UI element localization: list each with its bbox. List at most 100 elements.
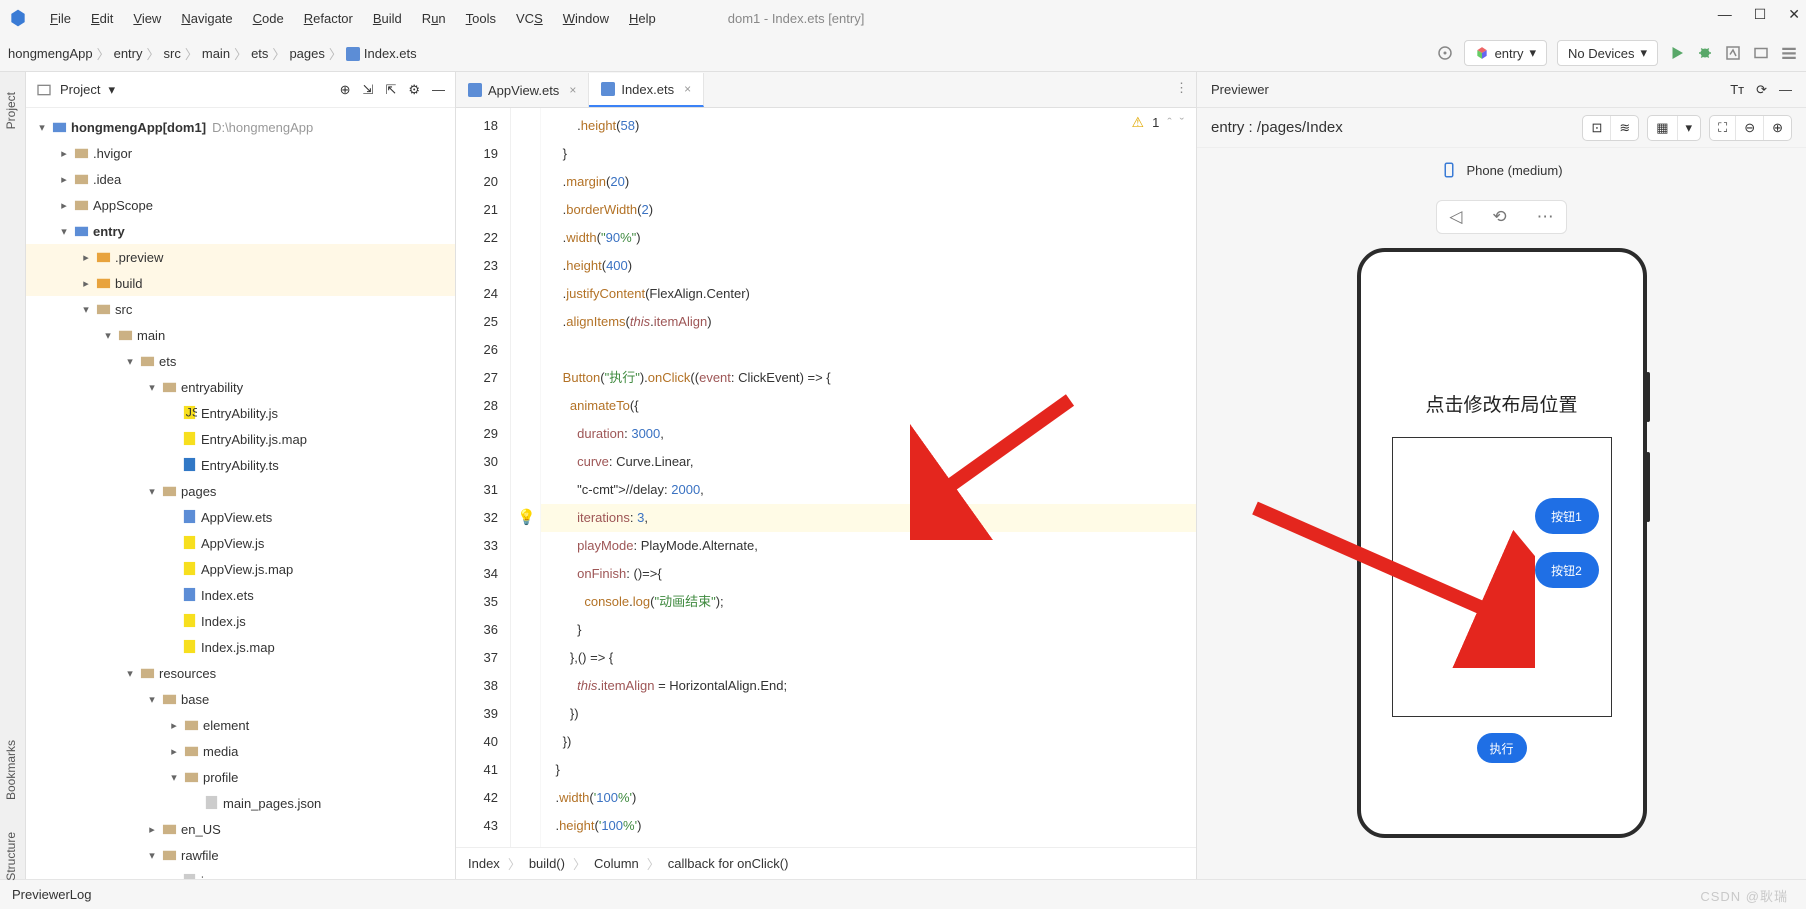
tree-item[interactable]: ▾src — [26, 296, 455, 322]
side-tab-structure[interactable]: Structure — [4, 832, 18, 881]
menu-help[interactable]: Help — [621, 7, 664, 30]
status-previewer-log[interactable]: PreviewerLog — [12, 887, 92, 902]
tree-item[interactable]: ▸element — [26, 712, 455, 738]
fullscreen-icon[interactable]: ⛶ — [1710, 116, 1736, 140]
code-bc-item[interactable]: callback for onClick() — [668, 856, 789, 871]
window-maximize-icon[interactable]: ☐ — [1754, 6, 1767, 23]
menu-vcs[interactable]: VCS — [508, 7, 551, 30]
module-selector[interactable]: entry ▾ — [1464, 40, 1547, 66]
code-bc-item[interactable]: Index — [468, 856, 500, 871]
menu-tools[interactable]: Tools — [458, 7, 504, 30]
tree-item[interactable]: ▸.preview — [26, 244, 455, 270]
close-icon[interactable]: × — [684, 82, 691, 96]
tree-item[interactable]: ▸build — [26, 270, 455, 296]
tree-file[interactable]: JSEntryAbility.js — [26, 400, 455, 426]
collapse-icon[interactable]: ⇱ — [385, 82, 396, 98]
tab-appview[interactable]: AppView.ets× — [456, 73, 589, 107]
more-icon[interactable] — [1780, 44, 1798, 62]
tree-item[interactable]: ▾rawfile — [26, 842, 455, 868]
tree-file[interactable]: img.png — [26, 868, 455, 879]
tree-item[interactable]: ▾entry — [26, 218, 455, 244]
inspection-widget[interactable]: ⚠ 1 ˆˇ — [1132, 114, 1184, 131]
breadcrumb-item[interactable]: pages — [289, 46, 324, 61]
tree-file[interactable]: Index.js — [26, 608, 455, 634]
debug-icon[interactable] — [1696, 44, 1714, 62]
menu-build[interactable]: Build — [365, 7, 410, 30]
tree-file[interactable]: EntryAbility.ts — [26, 452, 455, 478]
inspect-icon[interactable]: ⊡ — [1583, 116, 1611, 140]
code-bc-item[interactable]: build() — [529, 856, 565, 871]
tree-file[interactable]: AppView.js — [26, 530, 455, 556]
tree-file[interactable]: Index.ets — [26, 582, 455, 608]
view-toggle[interactable]: ▦▾ — [1647, 115, 1701, 141]
zoom-in-icon[interactable]: ⊕ — [1764, 116, 1791, 140]
tree-item[interactable]: ▸AppScope — [26, 192, 455, 218]
menu-run[interactable]: Run — [414, 7, 454, 30]
layers-icon[interactable]: ≋ — [1611, 116, 1638, 140]
tree-file[interactable]: AppView.ets — [26, 504, 455, 530]
tree-item[interactable]: ▾pages — [26, 478, 455, 504]
breadcrumb-item[interactable]: main — [202, 46, 230, 61]
more-icon[interactable]: ⋯ — [1531, 205, 1560, 229]
tree-file[interactable]: main_pages.json — [26, 790, 455, 816]
attach-icon[interactable] — [1752, 44, 1770, 62]
zoom-out-icon[interactable]: ⊖ — [1736, 116, 1764, 140]
profiler-icon[interactable] — [1724, 44, 1742, 62]
code-editor[interactable]: ⚠ 1 ˆˇ 181920212223242526272829303132333… — [456, 108, 1196, 847]
run-icon[interactable] — [1668, 44, 1686, 62]
close-icon[interactable]: × — [569, 83, 576, 97]
breadcrumb-item[interactable]: src — [164, 46, 181, 61]
rotate-icon[interactable]: ⟲ — [1486, 205, 1512, 229]
menu-refactor[interactable]: Refactor — [296, 7, 361, 30]
code-content[interactable]: .height(58) } .margin(20) .borderWidth(2… — [541, 108, 1196, 847]
menu-window[interactable]: Window — [555, 7, 617, 30]
tree-file[interactable]: EntryAbility.js.map — [26, 426, 455, 452]
tree-item[interactable]: ▸en_US — [26, 816, 455, 842]
back-icon[interactable]: ◁ — [1443, 205, 1468, 229]
app-button-2[interactable]: 按钮2 — [1535, 552, 1599, 588]
tree-item[interactable]: ▾main — [26, 322, 455, 348]
hide-icon[interactable]: — — [432, 82, 445, 98]
tab-index[interactable]: Index.ets× — [589, 73, 704, 107]
expand-icon[interactable]: ⇲ — [363, 82, 374, 98]
tree-item[interactable]: ▸.idea — [26, 166, 455, 192]
app-run-button[interactable]: 执行 — [1477, 733, 1527, 763]
tree-item[interactable]: ▸media — [26, 738, 455, 764]
menu-view[interactable]: View — [125, 7, 169, 30]
breadcrumb-item[interactable]: ets — [251, 46, 268, 61]
settings-icon[interactable]: ⚙ — [408, 82, 420, 98]
tree-file[interactable]: Index.js.map — [26, 634, 455, 660]
refresh-icon[interactable]: ⟳ — [1756, 82, 1767, 98]
tabs-more-icon[interactable]: ⋮ — [1175, 80, 1188, 96]
locate-icon[interactable]: ⊕ — [340, 82, 351, 98]
side-tab-project[interactable]: Project — [4, 92, 18, 129]
menu-code[interactable]: Code — [245, 7, 292, 30]
breadcrumb-item[interactable]: hongmengApp — [8, 46, 93, 61]
code-bc-item[interactable]: Column — [594, 856, 639, 871]
tree-item[interactable]: ▾resources — [26, 660, 455, 686]
target-icon[interactable] — [1436, 44, 1454, 62]
tree-root[interactable]: ▾hongmengApp [dom1]D:\hongmengApp — [26, 114, 455, 140]
tree-item[interactable]: ▾entryability — [26, 374, 455, 400]
grid-icon[interactable]: ▦ — [1648, 116, 1677, 140]
window-close-icon[interactable]: ✕ — [1788, 6, 1800, 23]
tree-item[interactable]: ▾base — [26, 686, 455, 712]
tt-icon[interactable]: Tт — [1730, 82, 1744, 98]
hide-icon[interactable]: — — [1779, 82, 1792, 98]
breadcrumb-item[interactable]: Index.ets — [364, 46, 417, 61]
window-minimize-icon[interactable]: — — [1718, 6, 1732, 23]
device-selector[interactable]: No Devices ▾ — [1557, 40, 1658, 66]
side-tab-bookmarks[interactable]: Bookmarks — [4, 740, 18, 800]
tree-item[interactable]: ▸.hvigor — [26, 140, 455, 166]
inspect-toggle[interactable]: ⊡≋ — [1582, 115, 1639, 141]
tree-file[interactable]: AppView.js.map — [26, 556, 455, 582]
menu-file[interactable]: File — [42, 7, 79, 30]
menu-edit[interactable]: Edit — [83, 7, 121, 30]
line-gutter[interactable]: 1819202122232425262728293031323334353637… — [456, 108, 511, 847]
breadcrumb-item[interactable]: entry — [114, 46, 143, 61]
chevron-down-icon[interactable]: ▾ — [1678, 116, 1701, 140]
tree-item[interactable]: ▾profile — [26, 764, 455, 790]
chevron-down-icon[interactable]: ▾ — [108, 82, 115, 98]
app-button-1[interactable]: 按钮1 — [1535, 498, 1599, 534]
zoom-controls[interactable]: ⛶⊖⊕ — [1709, 115, 1792, 141]
